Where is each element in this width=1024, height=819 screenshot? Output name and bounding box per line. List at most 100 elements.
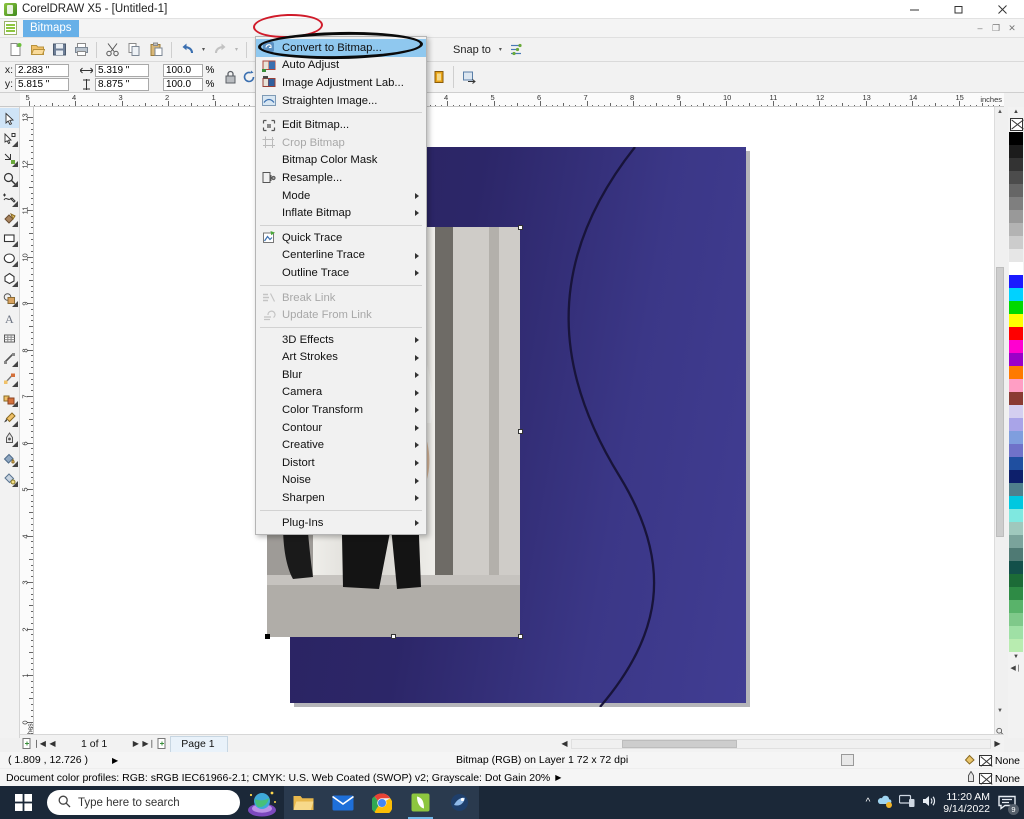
- tool-pick-tool[interactable]: [0, 108, 19, 128]
- tool-flyout-arrow-icon[interactable]: [12, 221, 18, 227]
- lock-ratio-icon[interactable]: [221, 67, 239, 87]
- tool-flyout-arrow-icon[interactable]: [12, 181, 18, 187]
- palette-swatch[interactable]: [1009, 561, 1023, 574]
- tool-smart-fill-tool[interactable]: [0, 208, 19, 228]
- tool-crop-tool[interactable]: [0, 148, 19, 168]
- palette-swatch[interactable]: [1009, 275, 1023, 288]
- palette-swatch[interactable]: [1009, 522, 1023, 535]
- minimize-button[interactable]: [892, 0, 936, 19]
- taskbar-photopaint[interactable]: [440, 786, 479, 819]
- new-icon[interactable]: [4, 39, 26, 61]
- hscroll-right-arrow-icon[interactable]: ▶: [991, 737, 1004, 751]
- print-icon[interactable]: [70, 39, 92, 61]
- palette-swatch[interactable]: [1009, 535, 1023, 548]
- scroll-down-arrow-icon[interactable]: ▼: [996, 706, 1004, 716]
- palette-swatch[interactable]: [1009, 366, 1023, 379]
- x-position-input[interactable]: [15, 63, 69, 77]
- tool-flyout-arrow-icon[interactable]: [12, 281, 18, 287]
- menu-item-art-strokes[interactable]: Art Strokes: [256, 349, 426, 367]
- height-input[interactable]: [95, 77, 149, 91]
- menu-item-auto-adjust[interactable]: Auto Adjust: [256, 57, 426, 75]
- palette-swatch[interactable]: [1009, 431, 1023, 444]
- last-page-button[interactable]: ▶❘: [142, 737, 155, 751]
- palette-swatches[interactable]: [1009, 132, 1023, 652]
- menu-item-bitmaps[interactable]: Bitmaps: [23, 19, 79, 37]
- horizontal-scale-input[interactable]: [163, 63, 203, 77]
- palette-swatch[interactable]: [1009, 340, 1023, 353]
- copy-icon[interactable]: [123, 39, 145, 61]
- tool-fill-tool[interactable]: [0, 448, 19, 468]
- vertical-scrollbar[interactable]: ▲ ▼: [994, 107, 1004, 738]
- tool-dimension-tool[interactable]: [0, 348, 19, 368]
- tool-table-tool[interactable]: [0, 328, 19, 348]
- palette-end-icon[interactable]: ◀❘: [1009, 662, 1023, 674]
- palette-up-arrow-icon[interactable]: ▲: [1009, 107, 1023, 117]
- tool-text-tool[interactable]: A: [0, 308, 19, 328]
- palette-swatch[interactable]: [1009, 379, 1023, 392]
- palette-swatch[interactable]: [1009, 145, 1023, 158]
- menu-item-camera[interactable]: Camera: [256, 384, 426, 402]
- palette-swatch[interactable]: [1009, 457, 1023, 470]
- palette-swatch[interactable]: [1009, 158, 1023, 171]
- snap-to-dropdown-icon[interactable]: ▾: [495, 39, 506, 61]
- palette-swatch[interactable]: [1009, 249, 1023, 262]
- selection-handle-bottom-left[interactable]: [265, 634, 270, 639]
- palette-swatch[interactable]: [1009, 626, 1023, 639]
- palette-swatch[interactable]: [1009, 405, 1023, 418]
- y-position-input[interactable]: [15, 77, 69, 91]
- menu-item-plug-ins[interactable]: Plug-Ins: [256, 514, 426, 532]
- tool-flyout-arrow-icon[interactable]: [12, 241, 18, 247]
- undo-dropdown-icon[interactable]: ▾: [198, 39, 209, 61]
- palette-swatch[interactable]: [1009, 197, 1023, 210]
- horizontal-scrollbar[interactable]: ◀ ▶: [558, 737, 1004, 751]
- tool-flyout-arrow-icon[interactable]: [12, 161, 18, 167]
- palette-swatch[interactable]: [1009, 171, 1023, 184]
- tool-flyout-arrow-icon[interactable]: [12, 361, 18, 367]
- palette-swatch[interactable]: [1009, 496, 1023, 509]
- tool-interactive-fill-tool[interactable]: [0, 468, 19, 488]
- tool-flyout-arrow-icon[interactable]: [12, 441, 18, 447]
- color-profiles-arrow-icon[interactable]: ▶: [550, 773, 561, 782]
- palette-swatch[interactable]: [1009, 353, 1023, 366]
- selection-handle-middle-right[interactable]: [518, 429, 523, 434]
- palette-swatch[interactable]: [1009, 262, 1023, 275]
- cut-icon[interactable]: [101, 39, 123, 61]
- redo-dropdown-icon[interactable]: ▾: [231, 39, 242, 61]
- palette-swatch[interactable]: [1009, 327, 1023, 340]
- tool-color-eyedropper-tool[interactable]: [0, 408, 19, 428]
- maximize-button[interactable]: [936, 0, 980, 19]
- wrap-text-icon[interactable]: [459, 71, 479, 84]
- horizontal-scrollbar-track[interactable]: [571, 738, 991, 749]
- color-palette[interactable]: ▲ ▼ ◀❘: [1008, 107, 1024, 738]
- onedrive-icon[interactable]: [876, 794, 893, 811]
- status-expand-arrow-icon[interactable]: ▶: [88, 756, 118, 765]
- tool-flyout-arrow-icon[interactable]: [12, 141, 18, 147]
- taskbar-explorer[interactable]: [284, 786, 323, 819]
- menu-item-resample[interactable]: Resample...: [256, 169, 426, 187]
- palette-swatch[interactable]: [1009, 223, 1023, 236]
- outline-none-swatch[interactable]: [978, 773, 992, 784]
- previous-page-button[interactable]: ◀: [46, 737, 59, 751]
- tool-flyout-arrow-icon[interactable]: [12, 261, 18, 267]
- add-page-right-icon[interactable]: [155, 737, 168, 751]
- tray-expand-icon[interactable]: ^: [866, 797, 871, 808]
- tool-flyout-arrow-icon[interactable]: [12, 401, 18, 407]
- palette-swatch[interactable]: [1009, 600, 1023, 613]
- paste-icon[interactable]: [145, 39, 167, 61]
- next-page-button[interactable]: ▶: [129, 737, 142, 751]
- tool-flyout-arrow-icon[interactable]: [12, 461, 18, 467]
- palette-swatch[interactable]: [1009, 288, 1023, 301]
- menu-item-centerline-trace[interactable]: Centerline Trace: [256, 247, 426, 265]
- palette-swatch[interactable]: [1009, 444, 1023, 457]
- vertical-scale-input[interactable]: [163, 77, 203, 91]
- tool-shape-tool[interactable]: [0, 128, 19, 148]
- menu-item-contour[interactable]: Contour: [256, 419, 426, 437]
- menu-item-outline-trace[interactable]: Outline Trace: [256, 264, 426, 282]
- tool-flyout-arrow-icon[interactable]: [12, 301, 18, 307]
- taskbar-coreldraw[interactable]: [401, 786, 440, 819]
- notifications-button[interactable]: 9: [996, 792, 1019, 815]
- taskbar-clock[interactable]: 11:20 AM 9/14/2022: [943, 791, 990, 815]
- bitmap-color-mask-icon[interactable]: [430, 71, 448, 84]
- tool-flyout-arrow-icon[interactable]: [12, 421, 18, 427]
- tool-blend-tool[interactable]: [0, 388, 19, 408]
